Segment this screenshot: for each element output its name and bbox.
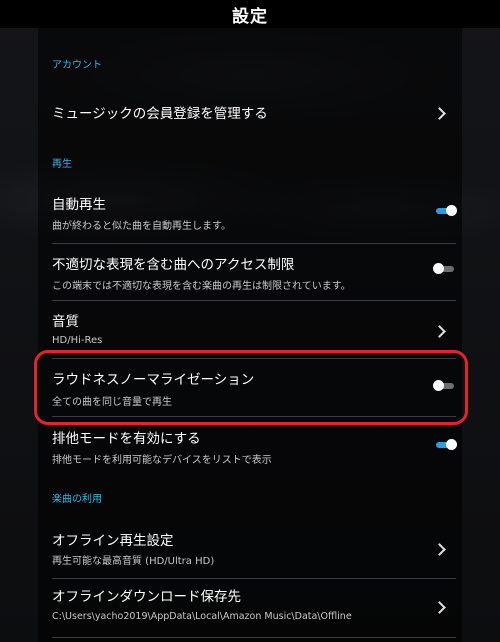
row-title: 不適切な表現を含む曲へのアクセス制限 [52,257,295,273]
settings-row-exclusive-mode[interactable]: 排他モードを有効にする 排他モードを利用可能なデバイスをリストで表示 [38,417,462,471]
divider [52,637,456,638]
chevron-right-icon [433,543,446,556]
row-subtitle: C:\Users\yacho2019\AppData\Local\Amazon … [52,611,352,622]
explicit-filter-toggle[interactable] [433,263,454,274]
row-subtitle: HD/Hi-Res [52,335,103,346]
autoplay-toggle[interactable] [436,205,457,216]
settings-row-manage-membership[interactable]: ミュージックの会員登録を管理する [38,90,462,136]
chevron-right-icon [433,107,446,120]
row-subtitle: この端末では不適切な表現を含む楽曲の再生は制限されています。 [52,281,351,292]
highlight-annotation [34,350,468,425]
section-label-playback: 再生 [52,159,72,170]
row-title: 自動再生 [52,197,106,213]
row-subtitle: 排他モードを利用可能なデバイスをリストで表示 [52,455,272,466]
settings-row-offline-download-location[interactable]: オフラインダウンロード保存先 C:\Users\yacho2019\AppDat… [38,579,462,637]
settings-row-explicit-filter[interactable]: 不適切な表現を含む曲へのアクセス制限 この端末では不適切な表現を含む楽曲の再生は… [38,244,462,300]
row-title: 排他モードを有効にする [52,431,201,447]
chevron-right-icon [433,325,446,338]
settings-row-offline-playback[interactable]: オフライン再生設定 再生可能な最高音質 (HD/Ultra HD) [38,520,462,576]
row-title: 音質 [52,314,79,330]
row-title: オフライン再生設定 [52,533,174,549]
settings-row-autoplay[interactable]: 自動再生 曲が終わると似た曲を自動再生します。 [38,185,462,239]
toggle-knob [446,439,457,450]
exclusive-mode-toggle[interactable] [436,439,457,450]
row-subtitle: 曲が終わると似た曲を自動再生します。 [52,221,231,232]
section-label-music-use: 楽曲の利用 [52,494,102,505]
section-label-account: アカウント [52,60,102,71]
row-title: ミュージックの会員登録を管理する [52,106,268,122]
row-subtitle: 再生可能な最高音質 (HD/Ultra HD) [52,556,215,567]
page-title: 設定 [232,7,268,27]
settings-row-audio-quality[interactable]: 音質 HD/Hi-Res [38,301,462,357]
toggle-knob [433,263,444,274]
chevron-right-icon [433,601,446,614]
row-title: オフラインダウンロード保存先 [52,589,241,605]
header-bar: 設定 [0,0,500,28]
toggle-knob [446,205,457,216]
